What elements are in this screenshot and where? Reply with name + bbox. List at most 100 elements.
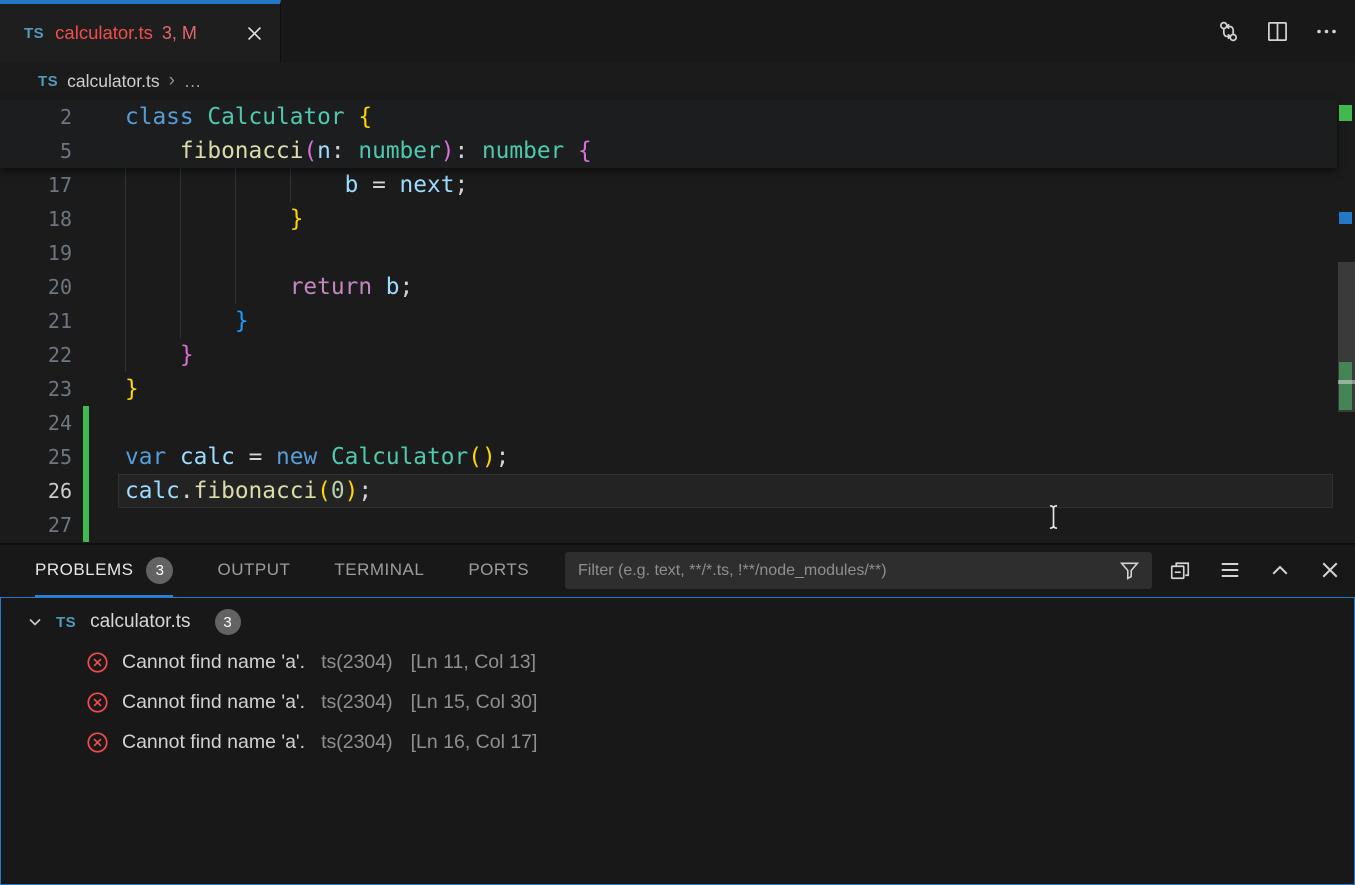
code-line-5[interactable]: 5 fibonacci(n: number): number { xyxy=(0,134,1337,168)
problem-source: ts(2304) xyxy=(321,651,393,674)
sticky-scroll[interactable]: 2class Calculator {5 fibonacci(n: number… xyxy=(0,100,1337,168)
chevron-down-icon[interactable] xyxy=(25,612,45,632)
typescript-file-icon: TS xyxy=(56,614,76,631)
breadcrumb-ellipsis[interactable]: … xyxy=(184,71,202,92)
info-mark-blue xyxy=(1339,212,1352,224)
code-text: } xyxy=(125,202,303,236)
code-text: class Calculator { xyxy=(125,100,372,134)
problem-item[interactable]: Cannot find name 'a'. ts(2304) [Ln 15, C… xyxy=(1,682,1354,722)
panel-tab-problems[interactable]: PROBLEMS 3 xyxy=(35,545,173,597)
editor-tab-bar: TS calculator.ts 3, M xyxy=(0,0,1355,62)
code-text: var calc = new Calculator(); xyxy=(125,440,509,474)
panel-actions xyxy=(1168,545,1342,595)
line-number[interactable]: 21 xyxy=(0,304,72,338)
problems-file-group[interactable]: TS calculator.ts 3 xyxy=(1,602,1354,642)
code-line-23[interactable]: 23} xyxy=(0,372,1337,406)
indent-guide xyxy=(125,236,126,270)
problem-location: [Ln 11, Col 13] xyxy=(411,651,536,674)
code-text: fibonacci(n: number): number { xyxy=(125,134,592,168)
tab-problems-modified-decoration: 3, M xyxy=(162,23,197,44)
error-icon xyxy=(86,691,109,714)
line-number[interactable]: 20 xyxy=(0,270,72,304)
problem-message: Cannot find name 'a'. xyxy=(122,651,305,674)
problems-panel: TS calculator.ts 3 Cannot find name 'a'.… xyxy=(0,597,1355,885)
code-line-24[interactable]: 24 xyxy=(0,406,1337,440)
compare-changes-icon[interactable] xyxy=(1216,19,1241,44)
problem-item[interactable]: Cannot find name 'a'. ts(2304) [Ln 16, C… xyxy=(1,722,1354,762)
code-editor[interactable]: 17 b = next;18 }1920 return b;21 }22 }23… xyxy=(0,100,1337,543)
problem-message: Cannot find name 'a'. xyxy=(122,691,305,714)
chevron-right-icon: › xyxy=(169,70,175,92)
problem-source: ts(2304) xyxy=(321,691,393,714)
more-actions-icon[interactable] xyxy=(1314,19,1339,44)
panel-tab-label: PORTS xyxy=(468,560,529,580)
collapse-all-icon[interactable] xyxy=(1168,558,1192,582)
line-number[interactable]: 22 xyxy=(0,338,72,372)
code-text: } xyxy=(125,304,249,338)
problems-count-badge: 3 xyxy=(146,557,173,584)
line-number[interactable]: 24 xyxy=(0,406,72,440)
code-line-27[interactable]: 27 xyxy=(0,508,1337,542)
cursor-mark xyxy=(1338,380,1355,384)
diff-mark-green-low xyxy=(1339,362,1352,410)
code-line-21[interactable]: 21 } xyxy=(0,304,1337,338)
line-number[interactable]: 27 xyxy=(0,508,72,542)
line-number[interactable]: 26 xyxy=(0,474,72,508)
code-line-18[interactable]: 18 } xyxy=(0,202,1337,236)
view-as-table-icon[interactable] xyxy=(1218,558,1242,582)
problems-count-badge: 3 xyxy=(215,609,241,635)
code-line-17[interactable]: 17 b = next; xyxy=(0,168,1337,202)
typescript-file-icon: TS xyxy=(38,73,58,90)
indent-guide xyxy=(180,236,181,270)
line-number[interactable]: 17 xyxy=(0,168,72,202)
split-editor-icon[interactable] xyxy=(1265,19,1290,44)
panel-tab-label: TERMINAL xyxy=(334,560,424,580)
filter-funnel-icon[interactable] xyxy=(1118,559,1141,582)
vscode-window: TS calculator.ts 3, M xyxy=(0,0,1355,885)
tab-calculator-ts[interactable]: TS calculator.ts 3, M xyxy=(0,0,281,62)
overview-ruler[interactable] xyxy=(1338,100,1355,543)
code-text: } xyxy=(125,338,194,372)
code-text: return b; xyxy=(125,270,413,304)
code-text: } xyxy=(125,372,139,406)
problem-message: Cannot find name 'a'. xyxy=(122,731,305,754)
panel-tab-label: OUTPUT xyxy=(217,560,290,580)
code-line-25[interactable]: 25 var calc = new Calculator(); xyxy=(0,440,1337,474)
problem-location: [Ln 16, Col 17] xyxy=(411,731,538,754)
line-number[interactable]: 5 xyxy=(0,134,72,168)
problems-file-name: calculator.ts xyxy=(90,611,190,633)
problems-filter[interactable] xyxy=(565,552,1152,589)
problem-location: [Ln 15, Col 30] xyxy=(411,691,538,714)
code-line-2[interactable]: 2 class Calculator { xyxy=(0,100,1337,134)
diff-mark-green-top xyxy=(1339,105,1352,121)
panel-tab-output[interactable]: OUTPUT xyxy=(217,545,290,597)
breadcrumb[interactable]: TS calculator.ts › … xyxy=(0,62,1355,100)
problem-item[interactable]: Cannot find name 'a'. ts(2304) [Ln 11, C… xyxy=(1,642,1354,682)
line-number[interactable]: 2 xyxy=(0,100,72,134)
panel-tab-label: PROBLEMS xyxy=(35,560,133,580)
indent-guide xyxy=(235,236,236,270)
problems-filter-input[interactable] xyxy=(565,552,1152,589)
error-icon xyxy=(86,651,109,674)
code-line-26[interactable]: 26 calc.fibonacci(0); xyxy=(0,474,1337,508)
breadcrumb-file[interactable]: calculator.ts xyxy=(67,71,159,92)
editor-actions xyxy=(1216,0,1339,62)
close-panel-icon[interactable] xyxy=(1318,558,1342,582)
panel-tab-ports[interactable]: PORTS xyxy=(468,545,529,597)
line-number[interactable]: 23 xyxy=(0,372,72,406)
tab-close-icon[interactable] xyxy=(245,24,264,43)
code-line-19[interactable]: 19 xyxy=(0,236,1337,270)
code-text: calc.fibonacci(0); xyxy=(125,474,372,508)
panel-tab-terminal[interactable]: TERMINAL xyxy=(334,545,424,597)
line-number[interactable]: 19 xyxy=(0,236,72,270)
text-cursor-ibeam xyxy=(1046,504,1061,530)
typescript-file-icon: TS xyxy=(24,25,44,42)
error-icon xyxy=(86,731,109,754)
maximize-panel-icon[interactable] xyxy=(1268,558,1292,582)
line-number[interactable]: 18 xyxy=(0,202,72,236)
code-line-22[interactable]: 22 } xyxy=(0,338,1337,372)
tab-title: calculator.ts xyxy=(55,22,153,44)
code-line-20[interactable]: 20 return b; xyxy=(0,270,1337,304)
problem-source: ts(2304) xyxy=(321,731,393,754)
line-number[interactable]: 25 xyxy=(0,440,72,474)
